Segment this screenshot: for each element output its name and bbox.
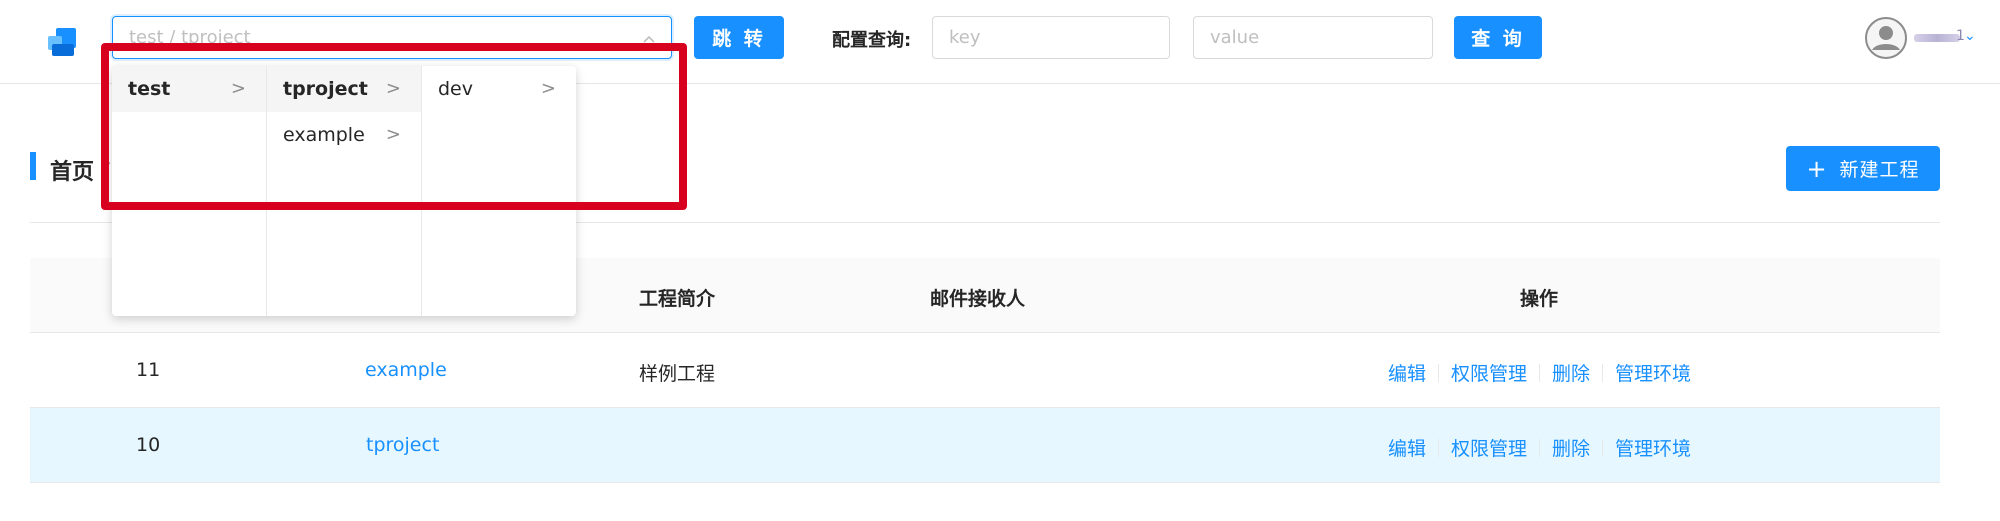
config-query-label: 配置查询: <box>832 30 912 51</box>
edit-link[interactable]: 编辑 <box>1388 359 1426 386</box>
value-placeholder: value <box>1210 27 1260 48</box>
action-separator <box>1539 363 1541 382</box>
query-button[interactable]: 查 询 <box>1454 16 1542 59</box>
breadcrumb-accent-bar <box>30 152 36 180</box>
value-input[interactable]: value <box>1193 16 1433 59</box>
row-actions: 编辑 权限管理 删除 管理环境 <box>1388 359 1691 386</box>
action-separator <box>1438 438 1440 457</box>
table-row[interactable]: 10 tproject 编辑 权限管理 删除 管理环境 <box>30 408 1940 483</box>
project-name-link[interactable]: example <box>365 359 447 381</box>
row-id: 11 <box>136 359 161 381</box>
row-intro: 样例工程 <box>639 363 716 385</box>
chevron-down-icon[interactable]: ⌄ <box>1964 28 1976 44</box>
action-separator <box>1438 363 1440 382</box>
row-id: 10 <box>136 434 161 456</box>
header-actions: 操作 <box>1520 288 1559 310</box>
action-separator <box>1602 438 1604 457</box>
permissions-link[interactable]: 权限管理 <box>1451 434 1527 461</box>
permissions-link[interactable]: 权限管理 <box>1451 359 1527 386</box>
header-intro: 工程简介 <box>639 288 716 310</box>
user-avatar-icon[interactable] <box>1864 16 1908 60</box>
row-actions: 编辑 权限管理 删除 管理环境 <box>1388 434 1691 461</box>
project-name-link[interactable]: tproject <box>366 434 439 456</box>
app-logo-icon[interactable] <box>44 22 84 62</box>
highlight-annotation-box <box>101 43 687 210</box>
plus-icon: + <box>1806 154 1828 183</box>
delete-link[interactable]: 删除 <box>1552 434 1590 461</box>
new-project-button[interactable]: + 新建工程 <box>1786 146 1940 191</box>
jump-button[interactable]: 跳 转 <box>694 16 784 59</box>
header-recipients: 邮件接收人 <box>930 288 1026 310</box>
manage-env-link[interactable]: 管理环境 <box>1615 434 1691 461</box>
delete-link[interactable]: 删除 <box>1552 359 1590 386</box>
action-separator <box>1602 363 1604 382</box>
action-separator <box>1539 438 1541 457</box>
table-row[interactable]: 11 example 样例工程 编辑 权限管理 删除 管理环境 <box>30 333 1940 408</box>
manage-env-link[interactable]: 管理环境 <box>1615 359 1691 386</box>
user-name-blurred[interactable] <box>1914 34 1960 42</box>
key-placeholder: key <box>949 27 981 48</box>
key-input[interactable]: key <box>932 16 1170 59</box>
new-project-label: 新建工程 <box>1839 159 1920 181</box>
edit-link[interactable]: 编辑 <box>1388 434 1426 461</box>
